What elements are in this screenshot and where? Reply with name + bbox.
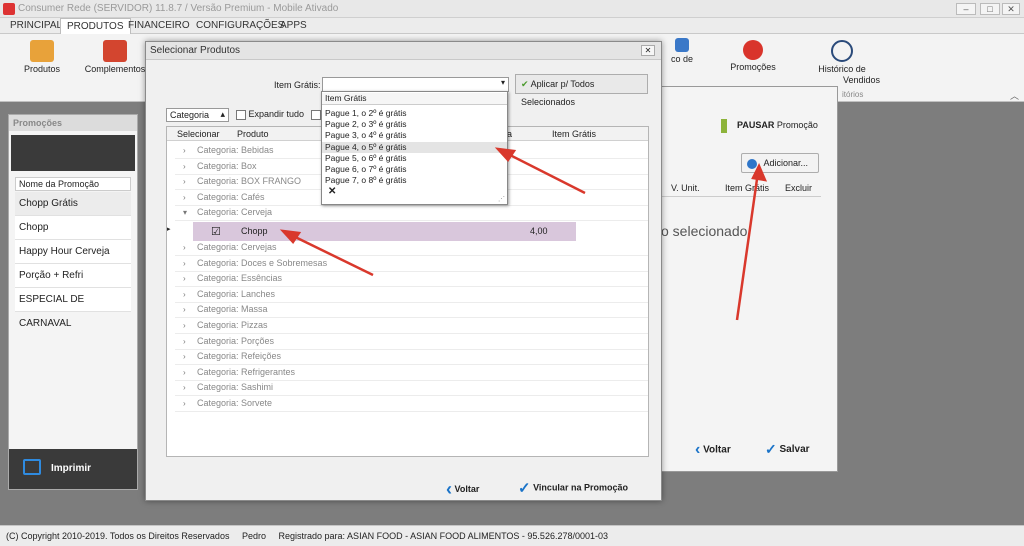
annotation-arrows bbox=[279, 147, 768, 321]
arrow-dropdown-head bbox=[494, 147, 517, 163]
arrow-chopp bbox=[286, 231, 374, 277]
arrow-add bbox=[735, 171, 760, 321]
arrow-add-head bbox=[751, 163, 768, 182]
arrow-chopp-head bbox=[279, 229, 302, 245]
arrow-dropdown bbox=[501, 149, 586, 195]
